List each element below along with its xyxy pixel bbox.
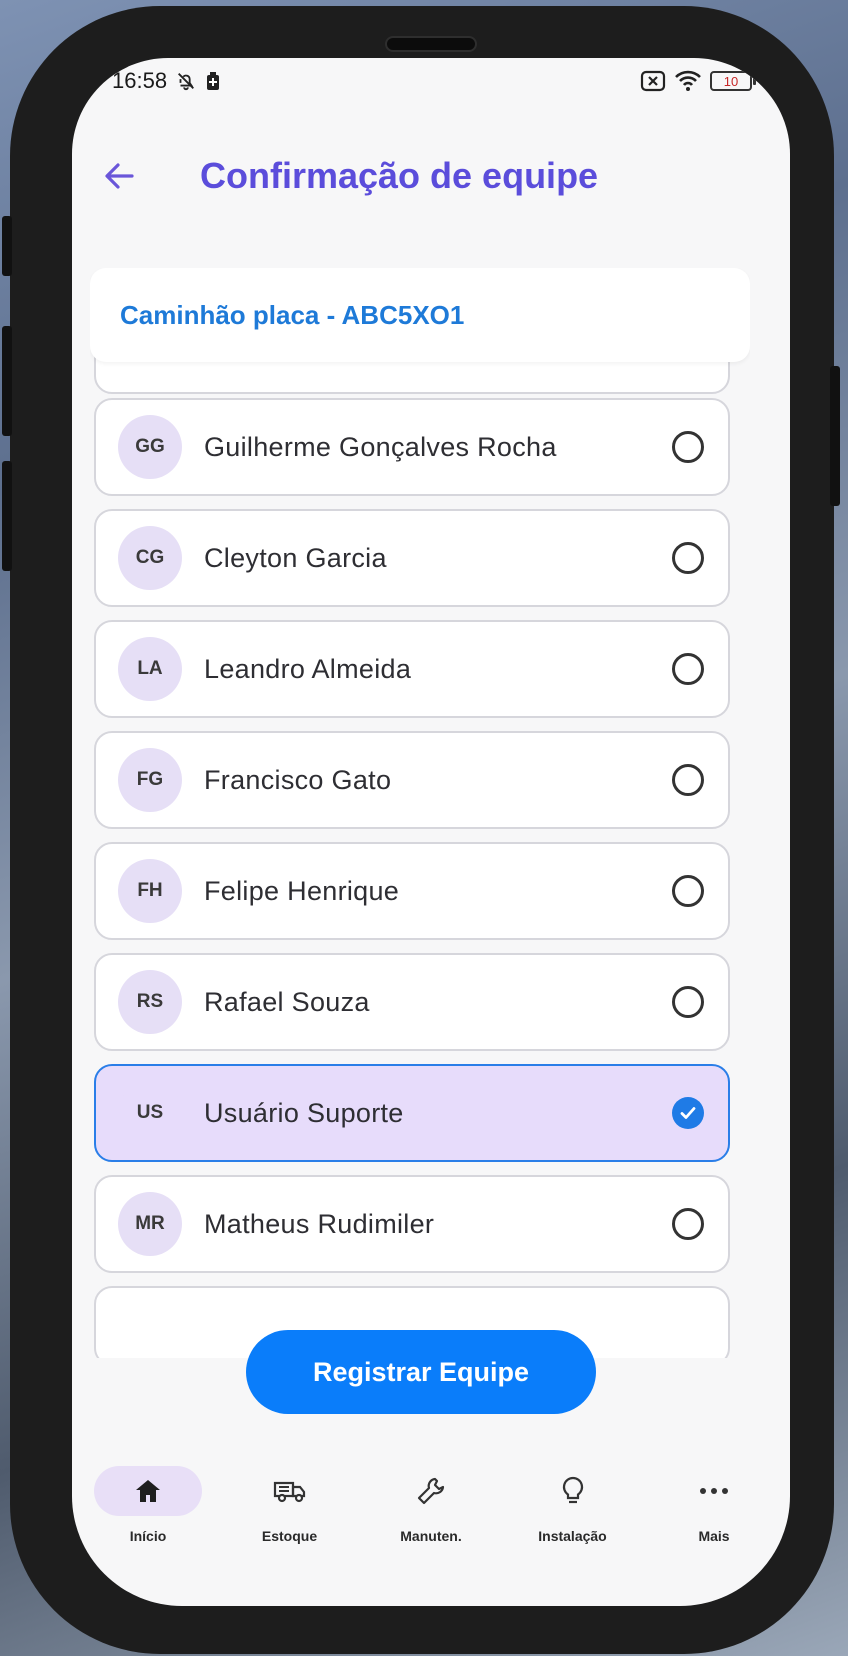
member-name: Leandro Almeida [204, 653, 412, 684]
team-member-row[interactable]: FG Francisco Gato [94, 731, 730, 829]
team-member-row[interactable]: GG Guilherme Gonçalves Rocha [94, 398, 730, 496]
no-sim-icon [640, 70, 666, 92]
arrow-left-icon [105, 163, 134, 189]
home-icon [136, 1480, 160, 1502]
page-title: Confirmação de equipe [200, 155, 599, 196]
phone-frame: 16:58 10 Confirmação de equipe Caminhão … [2, 6, 840, 1654]
radio-unchecked-icon[interactable] [672, 986, 704, 1018]
volume-button [2, 216, 12, 276]
team-member-row[interactable]: RS Rafael Souza [94, 953, 730, 1051]
register-team-button[interactable]: Registrar Equipe [246, 1330, 596, 1414]
nav-label: Manuten. [400, 1528, 462, 1544]
radio-unchecked-icon[interactable] [672, 431, 704, 463]
member-name: Matheus Rudimiler [204, 1208, 435, 1239]
wifi-icon [674, 70, 702, 92]
bottom-navigation: Início Estoque Manuten. Instalação Mais [72, 1466, 790, 1566]
wrench-icon [417, 1477, 445, 1505]
radio-unchecked-icon[interactable] [672, 1208, 704, 1240]
avatar: FH [118, 859, 182, 923]
nav-label: Mais [698, 1528, 730, 1544]
more-icon [700, 1488, 728, 1494]
lightbulb-icon [562, 1476, 583, 1504]
avatar: GG [118, 415, 182, 479]
nav-icon-wrap [519, 1466, 627, 1516]
truck-icon [273, 1481, 305, 1503]
nav-item-estoque[interactable]: Estoque [220, 1466, 360, 1566]
radio-unchecked-icon[interactable] [672, 764, 704, 796]
app-bar: Confirmação de equipe [72, 138, 790, 214]
team-member-row[interactable]: CG Cleyton Garcia [94, 509, 730, 607]
earpiece-speaker [385, 36, 477, 52]
battery-level: 10 [723, 73, 739, 89]
avatar: MR [118, 1192, 182, 1256]
team-member-row[interactable]: MR Matheus Rudimiler [94, 1175, 730, 1273]
checkmark-icon [680, 1107, 696, 1119]
back-button[interactable] [102, 159, 166, 193]
nav-item-manutencao[interactable]: Manuten. [361, 1466, 501, 1566]
member-name: Usuário Suporte [204, 1097, 404, 1128]
bell-off-icon [175, 70, 197, 92]
avatar: RS [118, 970, 182, 1034]
vehicle-card: Caminhão placa - ABC5XO1 [90, 268, 750, 362]
team-list[interactable]: Caminhão placa - ABC5XO1 GG Guilherme Go… [90, 268, 750, 1358]
nav-item-instalacao[interactable]: Instalação [503, 1466, 643, 1566]
nav-icon-wrap [236, 1466, 344, 1516]
nav-item-mais[interactable]: Mais [644, 1466, 784, 1566]
vehicle-label: Caminhão placa - ABC5XO1 [120, 299, 465, 330]
battery-saver-icon [205, 71, 221, 91]
member-name: Guilherme Gonçalves Rocha [204, 431, 557, 462]
battery-icon: 10 [710, 71, 756, 91]
nav-item-inicio[interactable]: Início [78, 1466, 218, 1566]
nav-active-indicator [94, 1466, 202, 1516]
member-name: Felipe Henrique [204, 875, 400, 906]
nav-label: Instalação [538, 1528, 607, 1544]
team-member-row[interactable]: FH Felipe Henrique [94, 842, 730, 940]
avatar: LA [118, 637, 182, 701]
power-button [830, 366, 840, 506]
member-name: Francisco Gato [204, 764, 392, 795]
volume-button [2, 461, 12, 571]
team-member-row-selected[interactable]: US Usuário Suporte [94, 1064, 730, 1162]
nav-icon-wrap [660, 1466, 768, 1516]
team-member-row[interactable]: LA Leandro Almeida [94, 620, 730, 718]
radio-unchecked-icon[interactable] [672, 875, 704, 907]
radio-unchecked-icon[interactable] [672, 653, 704, 685]
radio-checked-icon[interactable] [672, 1097, 704, 1129]
status-time: 16:58 [112, 68, 168, 93]
avatar: CG [118, 526, 182, 590]
status-bar: 16:58 10 [72, 58, 790, 104]
member-name: Rafael Souza [204, 986, 370, 1017]
radio-unchecked-icon[interactable] [672, 542, 704, 574]
avatar: US [118, 1081, 182, 1145]
nav-label: Início [129, 1528, 167, 1544]
volume-button [2, 326, 12, 436]
avatar: FG [118, 748, 182, 812]
nav-label: Estoque [261, 1528, 318, 1544]
nav-icon-wrap [377, 1466, 485, 1516]
member-name: Cleyton Garcia [204, 542, 387, 573]
app-screen: 16:58 10 Confirmação de equipe Caminhão … [72, 58, 790, 1606]
